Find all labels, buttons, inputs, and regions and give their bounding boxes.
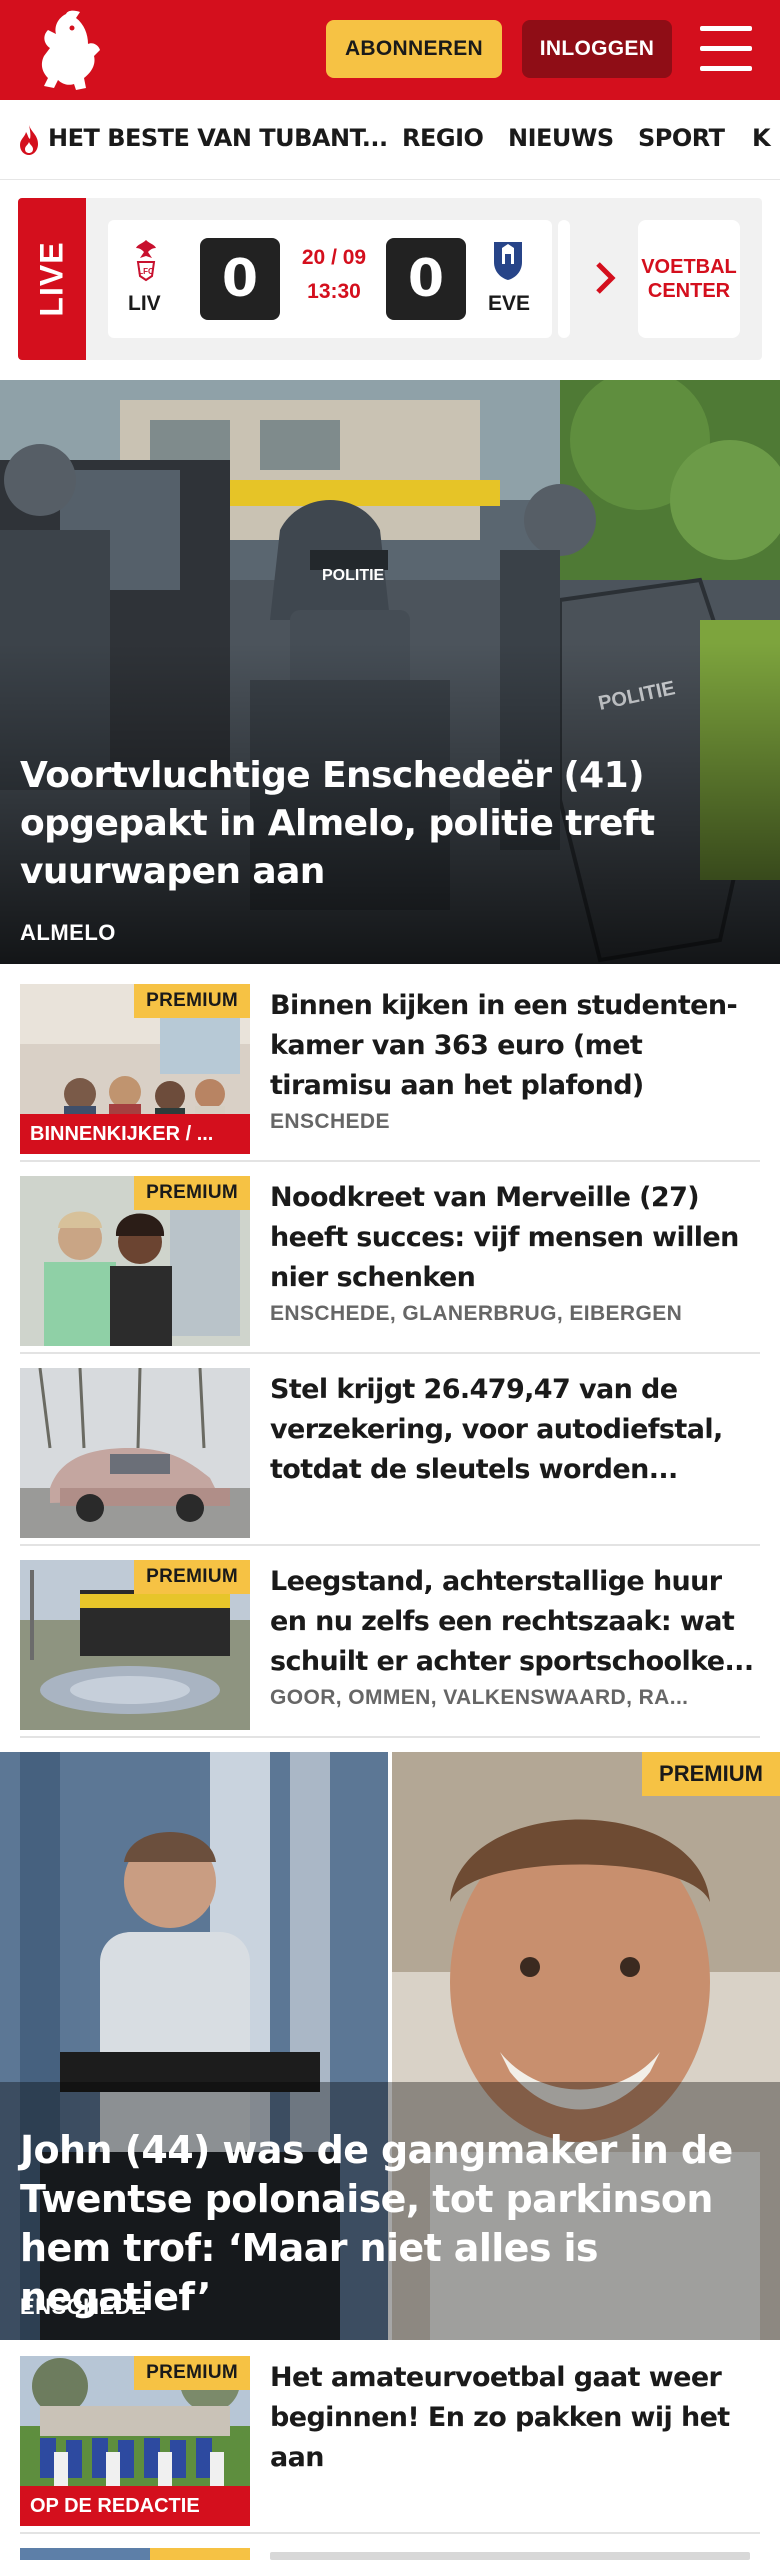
premium-badge-partial [150,2548,250,2560]
hero-location: ALMELO [20,920,116,945]
article-thumbnail: PREMIUM [20,1560,250,1730]
top-header: ABONNEREN INLOGGEN [0,0,780,100]
flame-icon [20,125,38,155]
article-item[interactable]: PREMIUM Leegstand, achterstallige huur e… [20,1560,760,1738]
article-thumbnail [20,1368,250,1538]
nav-item-best-of[interactable]: HET BESTE VAN TUBANT... [48,124,388,152]
article-thumbnail: PREMIUM BINNENKIJKER / ... [20,984,250,1154]
tubantia-horse-logo[interactable] [28,8,108,92]
away-score: 0 [386,238,466,320]
article-title-partial[interactable] [270,2552,750,2560]
home-team-code: LIV [128,292,161,315]
live-scoreboard: LIVE LFC LIV 0 20 / 09 13:30 0 EVE VOETB… [18,198,762,360]
article-location: ENSCHEDE [270,1110,390,1133]
feature-location: ENSCHEDE [20,2294,147,2319]
hero-title[interactable]: Voortvluchtige Enschedeër (41) opgepakt … [20,752,740,896]
premium-badge: PREMIUM [134,1176,250,1210]
nav-item-sport[interactable]: SPORT [638,124,725,152]
article-location: ENSCHEDE, GLANERBRUG, EIBERGEN [270,1302,683,1325]
menu-icon[interactable] [700,26,752,72]
nav-item-overflow[interactable]: K [752,124,771,152]
article-location: GOOR, OMMEN, VALKENSWAARD, RA... [270,1686,689,1709]
article-item[interactable]: PREMIUM BINNENKIJKER / ... Binnen kijken… [20,984,760,1162]
premium-badge: PREMIUM [642,1752,780,1796]
article-title[interactable]: Noodkreet van Merveille (27) heeft succe… [270,1178,762,1298]
match-time: 13:30 [307,280,361,303]
voetbal-center-button[interactable]: VOETBAL CENTER [638,220,740,338]
article-title[interactable]: Binnen kijken in een studenten­kamer van… [270,986,762,1106]
section-nav: HET BESTE VAN TUBANT... REGIO NIEUWS SPO… [0,100,780,180]
article-item[interactable]: Stel krijgt 26.479,47 van de verzekering… [20,1368,760,1546]
feature-title[interactable]: John (44) was de gangmaker in de Twentse… [20,2126,770,2322]
premium-badge: PREMIUM [134,2356,250,2390]
match-date: 20 / 09 [301,246,367,269]
article-item[interactable]: PREMIUM Noodkreet van Merveille (27) hee… [20,1176,760,1354]
subscribe-button[interactable]: ABONNEREN [326,20,502,78]
nav-item-regio[interactable]: REGIO [402,124,484,152]
chevron-right-icon[interactable] [592,258,618,298]
live-badge: LIVE [18,198,86,360]
match-card[interactable]: LFC LIV 0 20 / 09 13:30 0 EVE [108,220,552,338]
away-team-code: EVE [488,292,531,315]
nav-item-nieuws[interactable]: NIEUWS [508,124,614,152]
article-item[interactable]: PREMIUM OP DE REDACTIE Het amateurvoetba… [20,2356,760,2534]
article-title[interactable]: Leegstand, achterstallige huur en nu zel… [270,1562,762,1682]
svg-text:LFC: LFC [138,267,154,276]
next-match-card-edge[interactable] [558,220,570,338]
article-thumbnail: PREMIUM [20,1176,250,1346]
article-title[interactable]: Het amateurvoetbal gaat weer beginnen! E… [270,2358,762,2478]
login-button[interactable]: INLOGGEN [522,20,672,78]
category-tag: OP DE REDACTIE [20,2486,250,2526]
article-thumbnail-partial[interactable] [20,2548,250,2560]
home-score: 0 [200,238,280,320]
premium-badge: PREMIUM [134,1560,250,1594]
premium-badge: PREMIUM [134,984,250,1018]
liverpool-crest-icon: LFC [136,240,156,282]
category-tag: BINNENKIJKER / ... [20,1114,250,1154]
article-title[interactable]: Stel krijgt 26.479,47 van de verzekering… [270,1370,762,1490]
article-thumbnail: PREMIUM OP DE REDACTIE [20,2356,250,2526]
everton-crest-icon [494,242,522,280]
